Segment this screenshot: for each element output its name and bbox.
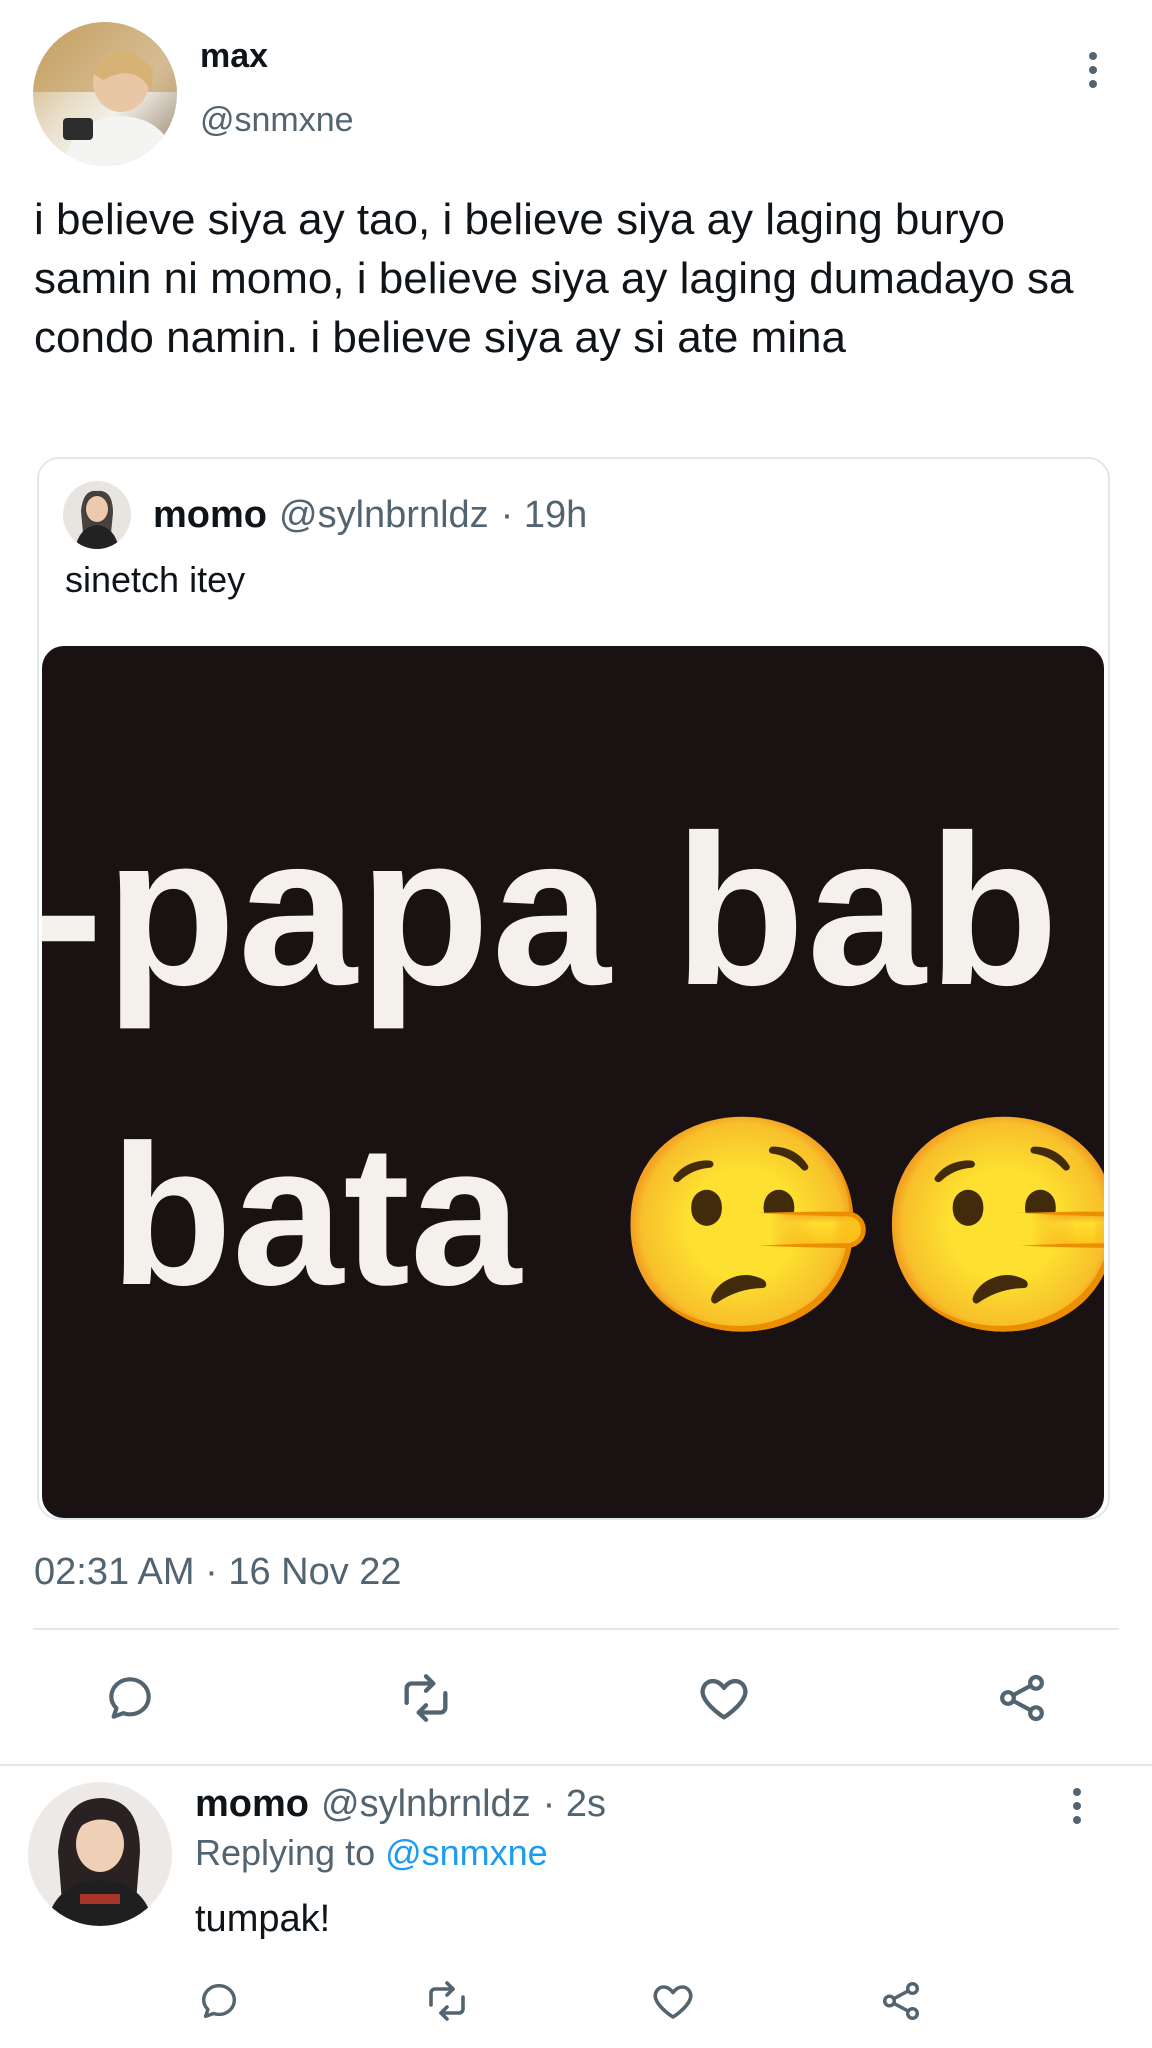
reply-time: · 2s — [542, 1782, 607, 1825]
reply-reply-icon[interactable] — [194, 1976, 244, 2026]
reply-icon[interactable] — [98, 1666, 162, 1730]
replying-to-handle[interactable]: @snmxne — [385, 1832, 548, 1874]
section-divider — [0, 1764, 1152, 1766]
author-avatar[interactable] — [33, 22, 177, 166]
replying-to: Replying to @snmxne — [195, 1830, 548, 1876]
author-name[interactable]: max — [200, 36, 268, 76]
reply-author-handle[interactable]: @sylnbrnldz — [321, 1783, 531, 1826]
reply-more-options-icon[interactable] — [1072, 1788, 1082, 1824]
like-icon[interactable] — [692, 1666, 756, 1730]
quoted-header: momo @sylnbrnldz · 19h — [153, 490, 587, 540]
quoted-media-image[interactable]: -papa bab bata 🤥🤥 — [42, 646, 1104, 1518]
reply-retweet-icon[interactable] — [422, 1976, 472, 2026]
quoted-author-handle[interactable]: @sylnbrnldz — [279, 494, 489, 537]
media-text-line2: bata — [110, 1104, 522, 1327]
divider — [33, 1628, 1119, 1630]
tweet-text: i believe siya ay tao, i believe siya ay… — [34, 195, 1074, 362]
reply-author-avatar[interactable] — [28, 1782, 172, 1926]
reply-like-icon[interactable] — [648, 1976, 698, 2026]
quoted-time: · 19h — [500, 493, 588, 536]
share-icon[interactable] — [990, 1666, 1054, 1730]
quoted-text: sinetch itey — [65, 559, 246, 600]
reply-avatar-portrait — [46, 1798, 154, 1926]
replying-to-label: Replying to — [195, 1832, 376, 1873]
avatar-portrait — [33, 22, 177, 166]
reply-text: tumpak! — [195, 1898, 331, 1940]
author-handle[interactable]: @snmxne — [200, 100, 354, 140]
lying-face-emoji: 🤥🤥 — [612, 1108, 1104, 1343]
more-options-icon[interactable] — [1088, 52, 1098, 88]
quoted-author-avatar[interactable] — [63, 481, 131, 549]
quoted-author-name[interactable]: momo — [153, 494, 267, 537]
quoted-avatar-portrait — [75, 490, 119, 549]
reply-author-name[interactable]: momo — [195, 1783, 309, 1826]
reply-share-icon[interactable] — [876, 1976, 926, 2026]
retweet-icon[interactable] — [394, 1666, 458, 1730]
tweet-timestamp[interactable]: 02:31 AM · 16 Nov 22 — [34, 1548, 402, 1596]
reply-header: momo @sylnbrnldz · 2s — [195, 1780, 606, 1828]
media-text-line1: -papa bab — [42, 791, 1061, 1030]
